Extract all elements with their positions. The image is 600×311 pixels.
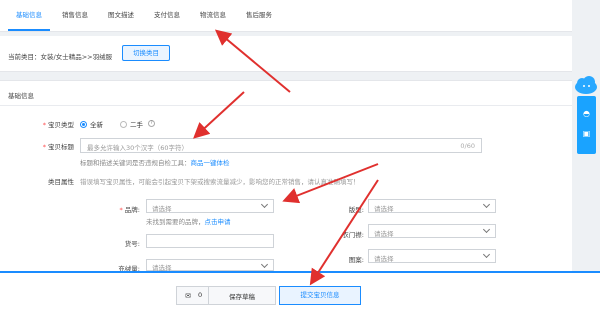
footer-bar: ✉ 0 保存草稿 提交宝贝信息 bbox=[0, 273, 600, 311]
tab-payment-info[interactable]: 支付信息 bbox=[146, 0, 188, 31]
brand-placeholder: 请选择 bbox=[152, 205, 172, 213]
style-label: 版型: bbox=[348, 206, 364, 214]
model-label: 货号: bbox=[124, 240, 140, 248]
help-icon[interactable]: ? bbox=[148, 120, 155, 127]
style-select[interactable]: 请选择 bbox=[368, 199, 496, 213]
item-title-input[interactable]: 最多允许输入30个汉字（60字符） 0/60 bbox=[80, 138, 482, 153]
item-type-label: * 宝贝类型 bbox=[42, 121, 74, 129]
attributes-hint: 错误填写宝贝属性，可能会引起宝贝下架或搜索流量减少，影响您的正常销售，请认真准确… bbox=[80, 178, 360, 186]
brand-select[interactable]: 请选择 bbox=[146, 199, 274, 213]
chevron-down-icon bbox=[260, 200, 269, 209]
switch-category-button[interactable]: 切换类目 bbox=[122, 45, 170, 61]
length-select[interactable]: 请选择 bbox=[368, 224, 496, 238]
feedback-icon[interactable]: ▣ bbox=[577, 124, 596, 144]
category-panel: 当前类目：女装/女士精品>>羽绒服 切换类目 bbox=[0, 36, 572, 72]
length-placeholder: 请选择 bbox=[374, 230, 394, 238]
chevron-down-icon bbox=[482, 225, 491, 234]
item-title-label: * 宝贝标题 bbox=[42, 143, 74, 151]
radio-new-label: 全新 bbox=[90, 121, 103, 129]
current-category: 当前类目：女装/女士精品>>羽绒服 bbox=[8, 53, 113, 61]
tab-basic-info[interactable]: 基础信息 bbox=[8, 0, 50, 31]
style-placeholder: 请选择 bbox=[374, 205, 394, 213]
cloud-mascot-icon[interactable] bbox=[573, 74, 600, 96]
radio-new-dot bbox=[80, 120, 87, 128]
title-hint-text: 标题和描述关键词是否违规自检工具： bbox=[80, 159, 191, 167]
fill-select[interactable]: 请选择 bbox=[146, 259, 274, 272]
brand-label: * 品牌: bbox=[119, 206, 140, 214]
chevron-down-icon bbox=[482, 250, 491, 259]
item-title-placeholder: 最多允许输入30个汉字（60字符） bbox=[87, 144, 189, 152]
pattern-label: 图案: bbox=[348, 256, 364, 264]
section-divider bbox=[0, 105, 572, 106]
tab-logistics-info[interactable]: 物流信息 bbox=[192, 0, 234, 31]
mail-icon: ✉ bbox=[185, 291, 191, 300]
title-hint: 标题和描述关键词是否违规自检工具：商品一键体检 bbox=[80, 157, 230, 167]
radio-new[interactable]: 全新 bbox=[80, 119, 103, 129]
pattern-placeholder: 请选择 bbox=[374, 255, 394, 263]
tab-image-description[interactable]: 图文描述 bbox=[100, 0, 142, 31]
item-title-counter: 0/60 bbox=[460, 142, 475, 150]
model-input[interactable] bbox=[146, 234, 274, 248]
brand-not-found: 未找到需要的品牌， bbox=[146, 218, 205, 226]
chevron-down-icon bbox=[482, 200, 491, 209]
attributes-label: 类目属性 bbox=[48, 178, 74, 186]
submit-button[interactable]: 提交宝贝信息 bbox=[279, 286, 361, 305]
radio-used[interactable]: 二手 bbox=[120, 119, 143, 129]
chevron-down-icon bbox=[260, 260, 269, 269]
tab-bar: 基础信息 销售信息 图文描述 支付信息 物流信息 售后服务 bbox=[0, 0, 572, 32]
section-title: 基础信息 bbox=[8, 92, 34, 100]
pattern-select[interactable]: 请选择 bbox=[368, 249, 496, 263]
tab-after-sales[interactable]: 售后服务 bbox=[238, 0, 280, 31]
tab-sales-info[interactable]: 销售信息 bbox=[54, 0, 96, 31]
draft-count: 0 bbox=[195, 287, 209, 304]
length-label: 衣门襟: bbox=[342, 231, 364, 239]
bell-icon[interactable]: ◓ bbox=[577, 104, 596, 124]
brand-hint: 未找到需要的品牌，点击申请 bbox=[146, 216, 231, 226]
radio-used-dot bbox=[120, 120, 127, 128]
apply-brand-link[interactable]: 点击申请 bbox=[205, 218, 231, 226]
save-draft-label: 保存草稿 bbox=[229, 292, 255, 301]
radio-used-label: 二手 bbox=[130, 121, 143, 129]
floating-sidebar: ◓ ▣ bbox=[577, 96, 596, 154]
health-check-link[interactable]: 商品一键体检 bbox=[191, 159, 230, 167]
save-draft-button[interactable]: ✉ 0 保存草稿 bbox=[176, 286, 276, 305]
